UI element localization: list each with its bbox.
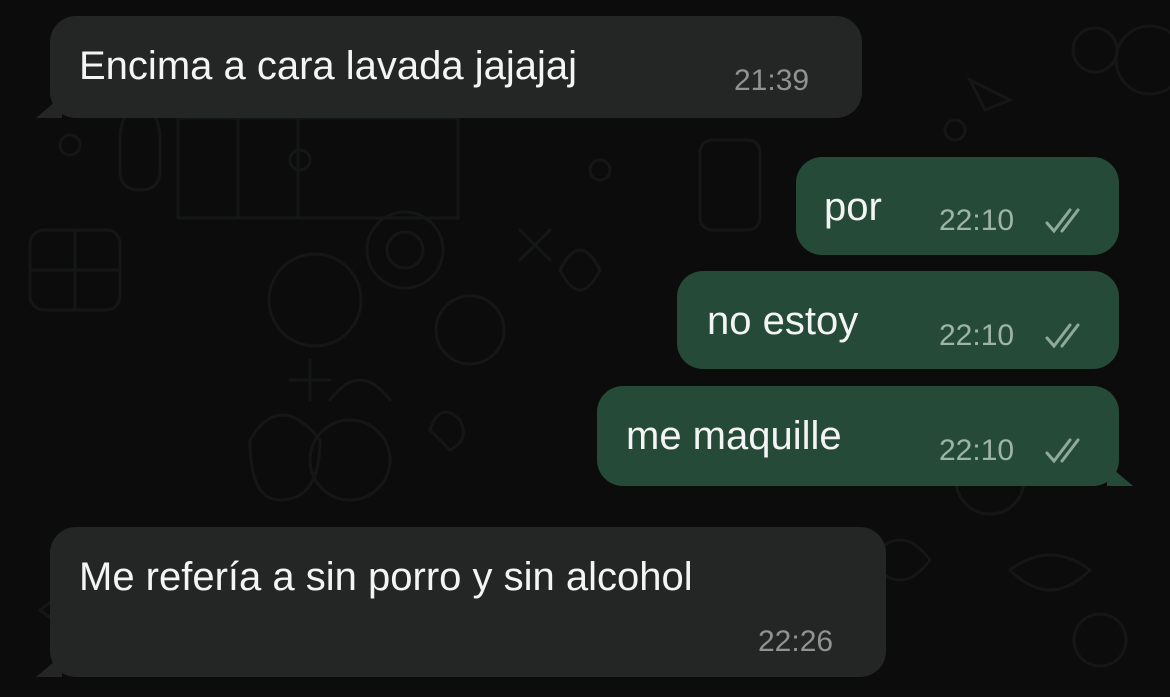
double-check-icon	[1045, 208, 1080, 234]
message-text: no estoy	[707, 299, 859, 343]
bubble-tail	[36, 655, 62, 677]
bubble-tail	[1107, 464, 1133, 486]
double-check-icon	[1045, 323, 1080, 349]
double-check-icon	[1045, 438, 1080, 464]
message-bubble-incoming[interactable]: Me refería a sin porro y sin alcohol 22:…	[36, 527, 886, 677]
message-text: por	[824, 185, 882, 229]
message-bubble-outgoing[interactable]: no estoy 22:10	[677, 271, 1119, 369]
message-text: me maquille	[626, 414, 842, 458]
chat-conversation-view: Encima a cara lavada jajajaj 21:39 por 2…	[0, 0, 1170, 697]
message-text: Me refería a sin porro y sin alcohol	[79, 555, 693, 599]
message-timestamp: 21:39	[734, 64, 810, 97]
message-timestamp: 22:10	[939, 319, 1015, 352]
message-text: Encima a cara lavada jajajaj	[79, 44, 578, 88]
message-bubble-outgoing[interactable]: me maquille 22:10	[597, 386, 1133, 486]
message-timestamp: 22:10	[939, 204, 1015, 237]
message-timestamp: 22:26	[758, 625, 834, 658]
message-bubble-outgoing[interactable]: por 22:10	[796, 157, 1119, 255]
message-bubble-incoming[interactable]: Encima a cara lavada jajajaj 21:39	[36, 16, 862, 118]
message-timestamp: 22:10	[939, 434, 1015, 467]
bubble-tail	[36, 96, 62, 118]
